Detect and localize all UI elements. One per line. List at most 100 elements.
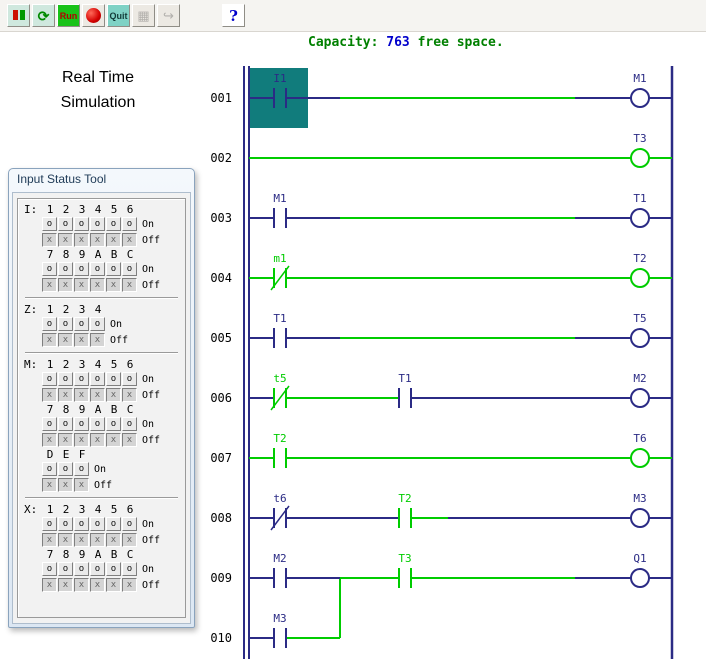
input-I4-off-button[interactable]: x [90,233,105,247]
contact-T3[interactable]: T3 [398,552,412,588]
input-MC-off-button[interactable]: x [122,433,137,447]
input-I6-off-button[interactable]: x [122,233,137,247]
input-X2-off-button[interactable]: x [58,533,73,547]
coil-M2[interactable]: M2 [630,372,650,408]
input-Z2-off-button[interactable]: x [58,333,73,347]
input-M7-on-button[interactable]: o [42,417,57,431]
contact-M1[interactable]: M1 [273,192,287,228]
contact-t6[interactable]: t6 [270,492,290,531]
quit-button[interactable]: Quit [107,4,130,27]
input-X1-on-button[interactable]: o [42,517,57,531]
disabled-transfer-button[interactable]: ↪ [157,4,180,27]
contact-m1[interactable]: m1 [270,252,290,291]
coil-T2[interactable]: T2 [630,252,650,288]
coil-T5[interactable]: T5 [630,312,650,348]
input-I1-off-button[interactable]: x [42,233,57,247]
input-M8-off-button[interactable]: x [58,433,73,447]
coil-T6[interactable]: T6 [630,432,650,468]
input-XC-off-button[interactable]: x [122,578,137,592]
input-MC-on-button[interactable]: o [122,417,137,431]
contact-T1[interactable]: T1 [398,372,412,408]
input-M2-on-button[interactable]: o [58,372,73,386]
ladder-canvas[interactable]: 001 I1 M1 002 T3 003 M1 T1 004 m1 T2 005 T1 T5 006 t5 T1… [200,60,706,659]
input-Z1-on-button[interactable]: o [42,317,57,331]
input-MD-off-button[interactable]: x [42,478,57,492]
input-MA-off-button[interactable]: x [90,433,105,447]
input-I1-on-button[interactable]: o [42,217,57,231]
input-M7-off-button[interactable]: x [42,433,57,447]
input-XA-on-button[interactable]: o [90,562,105,576]
input-I6-on-button[interactable]: o [122,217,137,231]
input-M9-off-button[interactable]: x [74,433,89,447]
input-status-tool-titlebar[interactable]: Input Status Tool [9,169,194,190]
input-MD-on-button[interactable]: o [42,462,57,476]
input-X8-off-button[interactable]: x [58,578,73,592]
input-XA-off-button[interactable]: x [90,578,105,592]
input-I4-on-button[interactable]: o [90,217,105,231]
input-M4-off-button[interactable]: x [90,388,105,402]
input-X3-on-button[interactable]: o [74,517,89,531]
stop-button[interactable] [82,4,105,27]
input-IA-off-button[interactable]: x [90,278,105,292]
input-I8-on-button[interactable]: o [58,262,73,276]
input-X7-off-button[interactable]: x [42,578,57,592]
input-ME-off-button[interactable]: x [58,478,73,492]
input-M5-on-button[interactable]: o [106,372,121,386]
input-XB-off-button[interactable]: x [106,578,121,592]
input-MA-on-button[interactable]: o [90,417,105,431]
input-MB-on-button[interactable]: o [106,417,121,431]
input-X6-on-button[interactable]: o [122,517,137,531]
input-I7-off-button[interactable]: x [42,278,57,292]
input-I3-on-button[interactable]: o [74,217,89,231]
input-MB-off-button[interactable]: x [106,433,121,447]
input-IC-off-button[interactable]: x [122,278,137,292]
input-X5-off-button[interactable]: x [106,533,121,547]
input-IC-on-button[interactable]: o [122,262,137,276]
coil-M3[interactable]: M3 [630,492,650,528]
input-X1-off-button[interactable]: x [42,533,57,547]
coil-T1[interactable]: T1 [630,192,650,228]
run-button[interactable]: Run [57,4,80,27]
input-MF-off-button[interactable]: x [74,478,89,492]
input-XB-on-button[interactable]: o [106,562,121,576]
input-M2-off-button[interactable]: x [58,388,73,402]
input-I9-off-button[interactable]: x [74,278,89,292]
coil-M1[interactable]: M1 [630,72,650,108]
input-IA-on-button[interactable]: o [90,262,105,276]
input-M6-off-button[interactable]: x [122,388,137,402]
input-I5-on-button[interactable]: o [106,217,121,231]
input-I3-off-button[interactable]: x [74,233,89,247]
input-Z4-on-button[interactable]: o [90,317,105,331]
input-I8-off-button[interactable]: x [58,278,73,292]
disabled-monitor-button[interactable]: ▦ [132,4,155,27]
input-ME-on-button[interactable]: o [58,462,73,476]
contact-T2[interactable]: T2 [273,432,287,468]
mode-button[interactable] [7,4,30,27]
input-M5-off-button[interactable]: x [106,388,121,402]
input-M1-on-button[interactable]: o [42,372,57,386]
input-X9-off-button[interactable]: x [74,578,89,592]
input-XC-on-button[interactable]: o [122,562,137,576]
input-MF-on-button[interactable]: o [74,462,89,476]
input-M4-on-button[interactable]: o [90,372,105,386]
input-X2-on-button[interactable]: o [58,517,73,531]
input-Z2-on-button[interactable]: o [58,317,73,331]
input-X5-on-button[interactable]: o [106,517,121,531]
input-M6-on-button[interactable]: o [122,372,137,386]
input-X8-on-button[interactable]: o [58,562,73,576]
input-X9-on-button[interactable]: o [74,562,89,576]
input-I9-on-button[interactable]: o [74,262,89,276]
contact-M3[interactable]: M3 [273,612,287,648]
coil-T3[interactable]: T3 [630,132,650,168]
input-M9-on-button[interactable]: o [74,417,89,431]
input-X4-off-button[interactable]: x [90,533,105,547]
contact-T1[interactable]: T1 [273,312,287,348]
contact-t5[interactable]: t5 [270,372,290,411]
input-Z3-on-button[interactable]: o [74,317,89,331]
input-X7-on-button[interactable]: o [42,562,57,576]
input-X4-on-button[interactable]: o [90,517,105,531]
input-M8-on-button[interactable]: o [58,417,73,431]
input-X6-off-button[interactable]: x [122,533,137,547]
input-M1-off-button[interactable]: x [42,388,57,402]
coil-Q1[interactable]: Q1 [630,552,650,588]
